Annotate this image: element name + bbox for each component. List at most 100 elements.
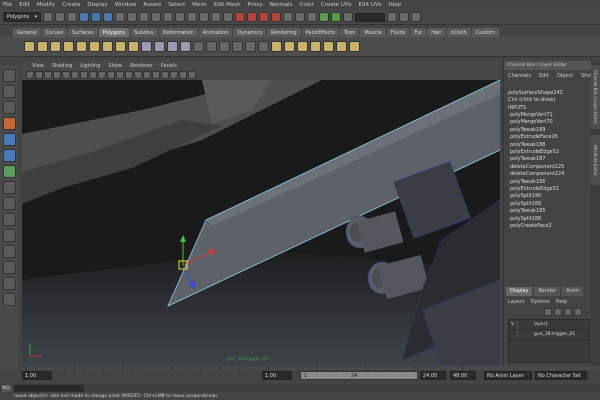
combine-icon[interactable]	[141, 41, 152, 52]
mask-icon[interactable]	[151, 12, 161, 22]
wireframe-icon[interactable]	[125, 71, 133, 79]
menu-edit[interactable]: Edit	[19, 2, 30, 8]
shelf-tab-custom[interactable]: Custom	[471, 28, 499, 37]
menu-select[interactable]: Select	[168, 2, 185, 8]
shelf-tab-rendering[interactable]: Rendering	[267, 28, 301, 37]
move-layer-up-icon[interactable]	[544, 308, 552, 316]
menu-create-uvs[interactable]: Create UVs	[321, 2, 352, 8]
resolution-gate-icon[interactable]	[80, 71, 88, 79]
range-slider[interactable]: 1 24	[300, 371, 418, 380]
auto-map-icon[interactable]	[349, 41, 360, 52]
planar-map-icon[interactable]	[310, 41, 321, 52]
history-node[interactable]: polyExtrudeEdge52	[510, 149, 591, 156]
layer-menu-layers[interactable]: Layers	[508, 299, 525, 305]
shelf-tab-subdivs[interactable]: Subdivs	[130, 28, 158, 37]
image-plane-icon[interactable]	[53, 71, 61, 79]
layer-tab-display[interactable]: Display	[506, 287, 533, 296]
shelf-tab-animation[interactable]: Animation	[198, 28, 233, 37]
poly-cone-icon[interactable]	[63, 41, 74, 52]
menu-normals[interactable]: Normals	[270, 2, 293, 8]
menu-proxy[interactable]: Proxy	[248, 2, 263, 8]
layer-name[interactable]: layer1	[534, 322, 548, 327]
history-icon[interactable]	[283, 12, 293, 22]
poly-cube-icon[interactable]	[37, 41, 48, 52]
channel-box-menu-object[interactable]: Object	[557, 73, 573, 79]
history-node[interactable]: polySplit188	[510, 216, 591, 223]
history-node[interactable]: polyMergeVert70	[510, 119, 591, 126]
mask-icon[interactable]	[187, 12, 197, 22]
history-node[interactable]: polySplit189	[510, 201, 591, 208]
history-node[interactable]: polyCreateFace2	[510, 223, 591, 230]
panel-menu-view[interactable]: View	[32, 63, 44, 69]
toggle-panel-icon[interactable]	[399, 12, 409, 22]
safe-title-icon[interactable]	[116, 71, 124, 79]
menu-color[interactable]: Color	[299, 2, 313, 8]
character-set-dropdown[interactable]: No Character Set	[535, 371, 587, 380]
layout-hypershade-icon[interactable]	[2, 293, 16, 306]
perspective-viewport[interactable]: gun_18:trigger_01	[22, 80, 500, 366]
layer-name[interactable]: gun_18:trigger_01	[534, 332, 575, 337]
mode-dropdown[interactable]: Polygons ▾	[3, 12, 41, 22]
xray-icon[interactable]	[179, 71, 187, 79]
uv-editor-icon[interactable]	[297, 41, 308, 52]
gate-mask-icon[interactable]	[89, 71, 97, 79]
offset-edge-loop-icon[interactable]	[258, 41, 269, 52]
scale-tool-icon[interactable]	[2, 149, 16, 162]
history-node[interactable]: polyExtrudeFace26	[510, 134, 591, 141]
shelf-tab-general[interactable]: General	[13, 28, 41, 37]
field-chart-icon[interactable]	[98, 71, 106, 79]
append-icon[interactable]	[219, 41, 230, 52]
anim-start-field[interactable]: 1.00	[22, 371, 52, 380]
layer-row[interactable]: gun_18:trigger_01	[509, 330, 589, 340]
snap-plane-icon[interactable]	[271, 12, 281, 22]
menu-create[interactable]: Create	[62, 2, 80, 8]
select-tool-icon[interactable]	[2, 69, 16, 82]
menu-assets[interactable]: Assets	[143, 2, 161, 8]
panel-menu-renderer[interactable]: Renderer	[130, 63, 153, 69]
poly-cylinder-icon[interactable]	[50, 41, 61, 52]
playback-start-field[interactable]: 1.00	[262, 371, 292, 380]
toggle-panel-icon[interactable]	[411, 12, 421, 22]
merge-icon[interactable]	[284, 41, 295, 52]
camera-select-icon[interactable]	[26, 71, 34, 79]
snap-point-icon[interactable]	[259, 12, 269, 22]
menu-window[interactable]: Window	[115, 2, 137, 8]
menu-file[interactable]: File	[3, 2, 12, 8]
boolean-icon[interactable]	[167, 41, 178, 52]
film-gate-icon[interactable]	[71, 71, 79, 79]
poly-prism-icon[interactable]	[102, 41, 113, 52]
extrude-icon[interactable]	[193, 41, 204, 52]
playback-end-field[interactable]: 24.00	[420, 371, 446, 380]
move-layer-down-icon[interactable]	[554, 308, 562, 316]
manipulator-icon[interactable]	[2, 165, 16, 178]
layout-outliner-icon[interactable]	[2, 277, 16, 290]
history-icon[interactable]	[307, 12, 317, 22]
new-layer-from-selection-icon[interactable]	[574, 308, 582, 316]
shadows-icon[interactable]	[170, 71, 178, 79]
layout-single-icon[interactable]	[2, 197, 16, 210]
layer-tab-anim[interactable]: Anim	[562, 287, 584, 296]
snap-grid-icon[interactable]	[235, 12, 245, 22]
menu-display[interactable]: Display	[87, 2, 107, 8]
layout-outliner-icon[interactable]	[2, 261, 16, 274]
textured-icon[interactable]	[152, 71, 160, 79]
layer-color-swatch[interactable]	[517, 320, 530, 329]
rotate-tool-icon[interactable]	[2, 133, 16, 146]
channel-box-menu-edit[interactable]: Edit	[539, 73, 549, 79]
wireframe-on-shaded-icon[interactable]	[143, 71, 151, 79]
isolate-select-icon[interactable]	[188, 71, 196, 79]
mask-icon[interactable]	[223, 12, 233, 22]
cvs-hint[interactable]: CVs (click to show)	[504, 97, 591, 103]
layer-row[interactable]: Vlayer1	[509, 320, 589, 330]
spherical-map-icon[interactable]	[336, 41, 347, 52]
smooth-icon[interactable]	[180, 41, 191, 52]
history-icon[interactable]	[295, 12, 305, 22]
open-scene-icon[interactable]	[55, 12, 65, 22]
poly-pipe-icon[interactable]	[128, 41, 139, 52]
split-icon[interactable]	[232, 41, 243, 52]
poly-plane-icon[interactable]	[76, 41, 87, 52]
shelf-tab-fur[interactable]: Fur	[410, 28, 427, 37]
cylindrical-map-icon[interactable]	[323, 41, 334, 52]
channel-box-object-name[interactable]: polySurfaceShape242	[504, 90, 591, 96]
history-node[interactable]: polySplit190	[510, 193, 591, 200]
